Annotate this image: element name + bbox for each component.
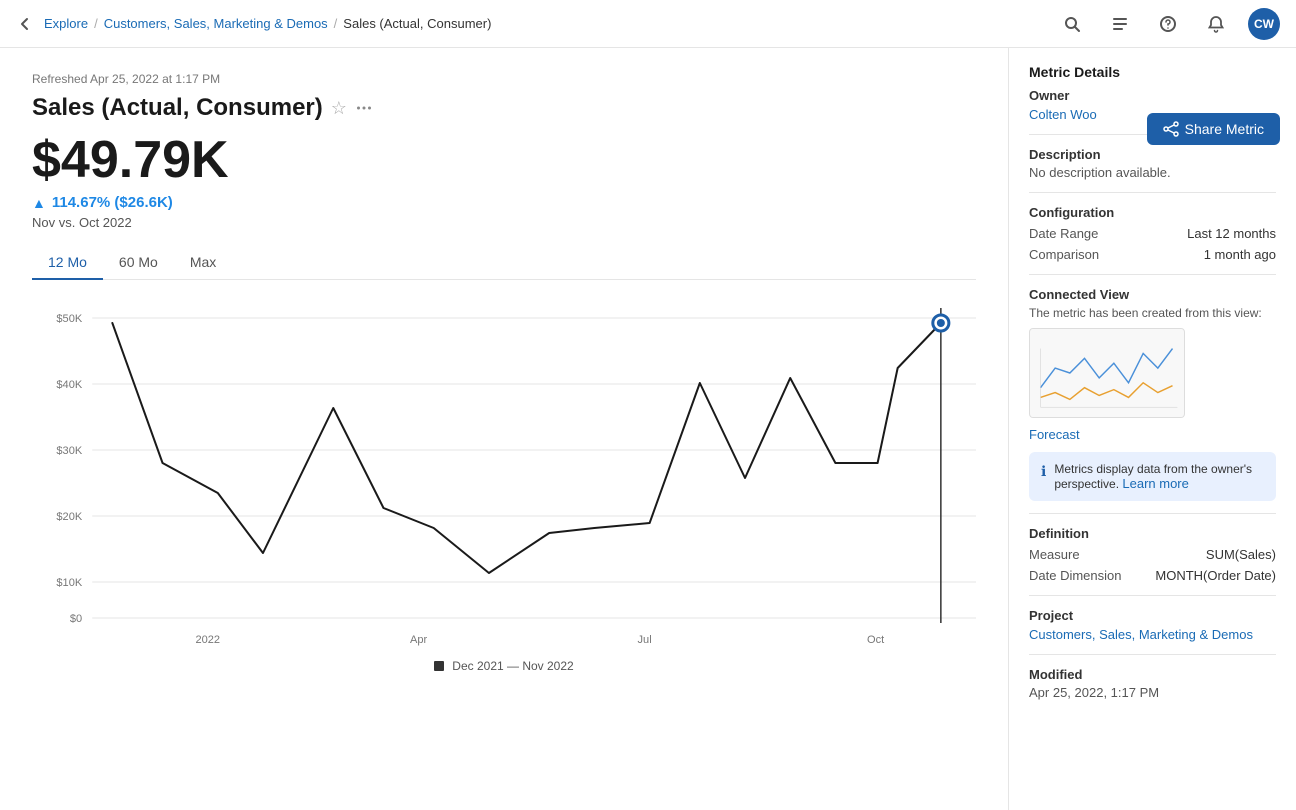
date-range-value: Last 12 months xyxy=(1187,226,1276,241)
svg-text:2022: 2022 xyxy=(195,634,220,646)
topnav: Explore / Customers, Sales, Marketing & … xyxy=(0,0,1296,48)
favorite-button[interactable]: ☆ xyxy=(331,98,347,119)
metric-details-title: Metric Details xyxy=(1029,64,1276,80)
configuration-title: Configuration xyxy=(1029,205,1276,220)
more-options-button[interactable] xyxy=(355,99,373,117)
breadcrumb-current: Sales (Actual, Consumer) xyxy=(343,16,491,31)
svg-text:$20K: $20K xyxy=(56,511,82,523)
svg-text:$40K: $40K xyxy=(56,379,82,391)
project-title: Project xyxy=(1029,608,1276,623)
comparison-label: Comparison xyxy=(1029,247,1099,262)
svg-text:$10K: $10K xyxy=(56,577,82,589)
time-range-tabs: 12 Mo 60 Mo Max xyxy=(32,246,976,280)
breadcrumb-explore[interactable]: Explore xyxy=(44,16,88,31)
left-content: Refreshed Apr 25, 2022 at 1:17 PM Sales … xyxy=(0,48,1008,810)
change-value: 114.67% ($26.6K) xyxy=(52,194,173,211)
chart-legend: Dec 2021 — Nov 2022 xyxy=(32,659,976,673)
breadcrumb-workbook[interactable]: Customers, Sales, Marketing & Demos xyxy=(104,16,328,31)
description-label: Description xyxy=(1029,147,1276,162)
divider-6 xyxy=(1029,654,1276,655)
line-chart: $50K $40K $30K $20K $10K $0 2022 Apr Jul… xyxy=(32,288,976,648)
tab-max[interactable]: Max xyxy=(174,246,232,280)
avatar[interactable]: CW xyxy=(1248,8,1280,40)
svg-text:$50K: $50K xyxy=(56,313,82,325)
owner-label: Owner xyxy=(1029,88,1276,103)
info-text: Metrics display data from the owner's pe… xyxy=(1054,462,1264,491)
comparison-value: 1 month ago xyxy=(1204,247,1276,262)
modified-value: Apr 25, 2022, 1:17 PM xyxy=(1029,685,1276,700)
change-row: ▲ 114.67% ($26.6K) xyxy=(32,194,976,211)
date-dimension-label: Date Dimension xyxy=(1029,568,1122,583)
date-dimension-row: Date Dimension MONTH(Order Date) xyxy=(1029,568,1276,583)
measure-row: Measure SUM(Sales) xyxy=(1029,547,1276,562)
info-box: ℹ Metrics display data from the owner's … xyxy=(1029,452,1276,501)
project-value[interactable]: Customers, Sales, Marketing & Demos xyxy=(1029,627,1253,642)
comparison-text: Nov vs. Oct 2022 xyxy=(32,215,976,230)
measure-value: SUM(Sales) xyxy=(1206,547,1276,562)
svg-text:$0: $0 xyxy=(70,613,82,625)
divider-2 xyxy=(1029,192,1276,193)
metric-value: $49.79K xyxy=(32,130,976,190)
forecast-link[interactable]: Forecast xyxy=(1029,427,1080,442)
svg-text:Jul: Jul xyxy=(638,634,652,646)
back-button[interactable] xyxy=(16,15,34,33)
share-metric-button[interactable]: Share Metric xyxy=(1147,113,1280,145)
comparison-row: Comparison 1 month ago xyxy=(1029,247,1276,262)
main-layout: Refreshed Apr 25, 2022 at 1:17 PM Sales … xyxy=(0,48,1296,810)
view-thumbnail[interactable] xyxy=(1029,328,1185,418)
topnav-actions: CW xyxy=(1056,8,1280,40)
breadcrumb: Explore / Customers, Sales, Marketing & … xyxy=(16,15,491,33)
info-icon: ℹ xyxy=(1041,463,1046,491)
divider-3 xyxy=(1029,274,1276,275)
divider-4 xyxy=(1029,513,1276,514)
measure-label: Measure xyxy=(1029,547,1080,562)
right-sidebar: Metric Details Owner Colten Woo Descript… xyxy=(1008,48,1296,810)
notifications-button[interactable] xyxy=(1200,8,1232,40)
trend-icon: ▲ xyxy=(32,195,46,211)
refresh-text: Refreshed Apr 25, 2022 at 1:17 PM xyxy=(32,72,976,86)
connected-view-title: Connected View xyxy=(1029,287,1276,302)
legend-dot xyxy=(434,661,444,671)
metric-title-row: Sales (Actual, Consumer) ☆ xyxy=(32,94,976,122)
description-text: No description available. xyxy=(1029,165,1276,180)
divider-5 xyxy=(1029,595,1276,596)
svg-text:Apr: Apr xyxy=(410,634,428,646)
chart-container: $50K $40K $30K $20K $10K $0 2022 Apr Jul… xyxy=(32,288,976,678)
tab-12mo[interactable]: 12 Mo xyxy=(32,246,103,280)
tab-60mo[interactable]: 60 Mo xyxy=(103,246,174,280)
svg-text:$30K: $30K xyxy=(56,445,82,457)
connected-view-desc: The metric has been created from this vi… xyxy=(1029,306,1276,320)
svg-text:Oct: Oct xyxy=(867,634,884,646)
date-dimension-value: MONTH(Order Date) xyxy=(1155,568,1276,583)
help-button[interactable] xyxy=(1152,8,1184,40)
date-range-label: Date Range xyxy=(1029,226,1098,241)
learn-more-link[interactable]: Learn more xyxy=(1122,476,1188,491)
definition-title: Definition xyxy=(1029,526,1276,541)
search-button[interactable] xyxy=(1056,8,1088,40)
metric-title: Sales (Actual, Consumer) xyxy=(32,94,323,122)
owner-value[interactable]: Colten Woo xyxy=(1029,107,1097,122)
modified-title: Modified xyxy=(1029,667,1276,682)
legend-text: Dec 2021 — Nov 2022 xyxy=(452,659,573,673)
edit-button[interactable] xyxy=(1104,8,1136,40)
date-range-row: Date Range Last 12 months xyxy=(1029,226,1276,241)
